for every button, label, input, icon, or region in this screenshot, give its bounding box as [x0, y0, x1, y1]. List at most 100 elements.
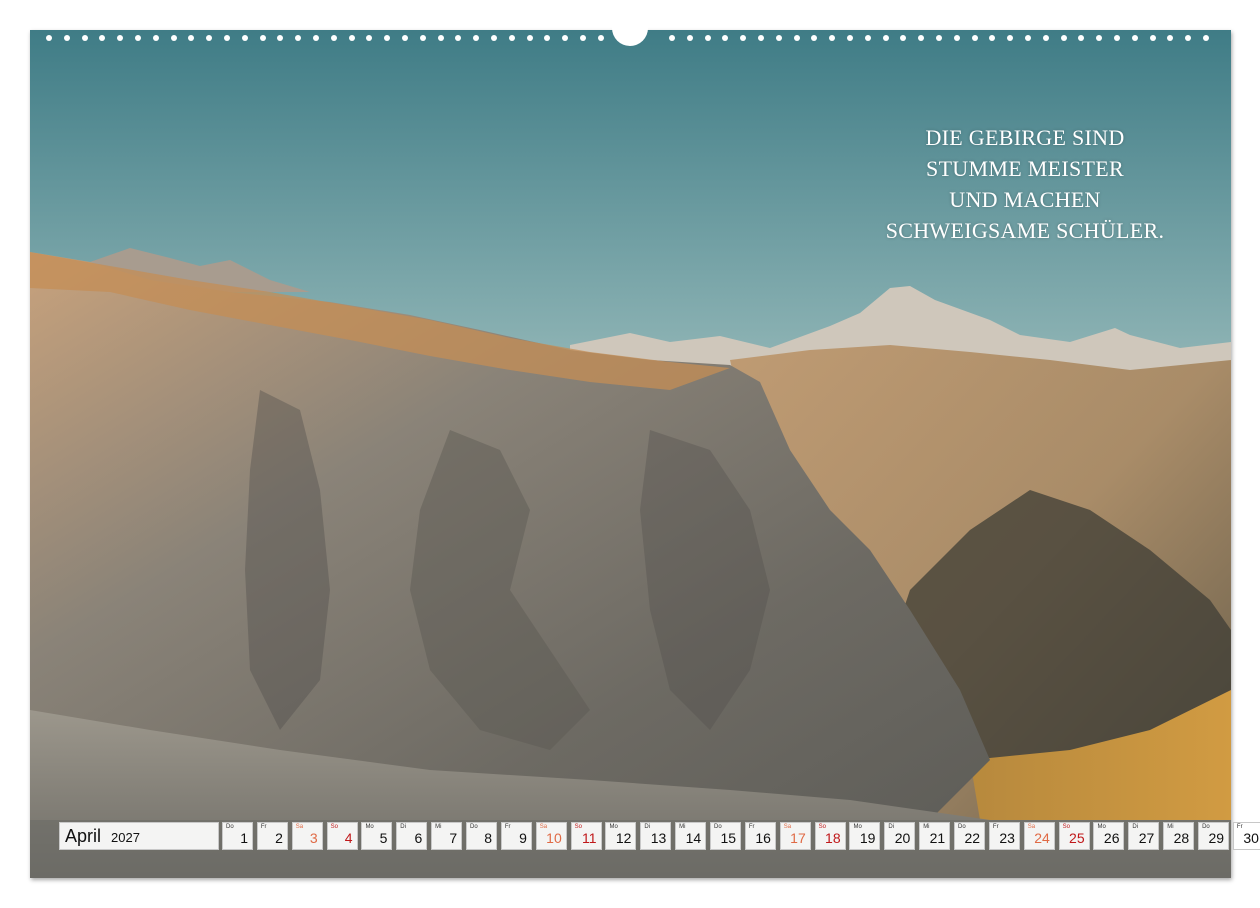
day-cell: Fr 23 — [988, 822, 1020, 850]
binding-hole — [598, 35, 604, 41]
day-number: 29 — [1208, 830, 1225, 846]
binding-hole — [402, 35, 408, 41]
day-number: 30 — [1243, 830, 1259, 846]
day-number: 25 — [1069, 830, 1085, 846]
day-cell: So 11 — [570, 822, 602, 850]
binding-hole — [847, 35, 853, 41]
month-year: 2027 — [111, 830, 140, 845]
binding-hole — [171, 35, 177, 41]
month-label-box: April 2027 — [59, 822, 219, 850]
day-cell: Fr 30 — [1232, 822, 1260, 850]
weekday-label: Di — [888, 824, 894, 830]
binding-hole — [544, 35, 550, 41]
day-cell: Mi 28 — [1163, 822, 1195, 850]
calendar-strip: April 2027 Do 1 Fr 2 Sa 3 So 4 Mo 5 Di 6 Mi 7 Do 8 Fr 9 Sa… — [59, 822, 1260, 850]
day-number: 20 — [894, 830, 911, 846]
binding-hole — [117, 35, 123, 41]
binding-hole — [1007, 35, 1013, 41]
binding-hole — [794, 35, 800, 41]
day-cell: Do 29 — [1198, 822, 1230, 850]
weekday-label: Fr — [504, 824, 511, 830]
weekday-label: Di — [644, 824, 650, 830]
weekday-label: Mi — [1167, 824, 1174, 830]
binding-hole — [135, 35, 141, 41]
binding-hole — [455, 35, 461, 41]
day-cell: Di 6 — [396, 822, 428, 850]
day-cell: Di 13 — [640, 822, 672, 850]
day-number: 12 — [615, 830, 632, 846]
day-cell: Mi 14 — [675, 822, 707, 850]
quote-text: DIE GEBIRGE SIND STUMME MEISTER UND MACH… — [850, 122, 1200, 246]
binding-hole — [1185, 35, 1191, 41]
day-cell: Do 15 — [710, 822, 742, 850]
day-cell: Do 22 — [954, 822, 986, 850]
day-number: 10 — [546, 830, 562, 846]
binding-hole — [989, 35, 995, 41]
weekday-label: Di — [400, 824, 406, 830]
weekday-label: Fr — [748, 824, 755, 830]
binding-hole — [758, 35, 764, 41]
quote-line: DIE GEBIRGE SIND — [925, 125, 1125, 150]
binding-hole — [1203, 35, 1209, 41]
day-cell: Sa 3 — [291, 822, 323, 850]
day-number: 7 — [449, 830, 458, 846]
binding-hole — [740, 35, 746, 41]
binding-hole — [705, 35, 711, 41]
day-number: 26 — [1103, 830, 1120, 846]
binding-hole — [829, 35, 835, 41]
binding-hole — [562, 35, 568, 41]
weekday-label: So — [330, 824, 338, 830]
day-number: 13 — [650, 830, 667, 846]
day-cell: Di 27 — [1128, 822, 1160, 850]
day-cell: Do 8 — [466, 822, 498, 850]
weekday-label: Fr — [260, 824, 267, 830]
binding-hole — [527, 35, 533, 41]
binding-hole — [349, 35, 355, 41]
binding-hole — [811, 35, 817, 41]
day-cell: Fr 9 — [500, 822, 532, 850]
binding-hole — [206, 35, 212, 41]
weekday-label: Mo — [365, 824, 374, 830]
binding-hole — [883, 35, 889, 41]
binding-hole — [420, 35, 426, 41]
binding-hole — [1167, 35, 1173, 41]
binding-hole — [687, 35, 693, 41]
quote-line: STUMME MEISTER — [926, 156, 1124, 181]
day-number: 27 — [1138, 830, 1155, 846]
weekday-label: Mi — [435, 824, 442, 830]
binding-hole — [1096, 35, 1102, 41]
quote-line: SCHWEIGSAME SCHÜLER. — [885, 218, 1165, 243]
binding-hole — [277, 35, 283, 41]
day-cell: Fr 16 — [744, 822, 776, 850]
binding-hole — [313, 35, 319, 41]
binding-hole — [64, 35, 70, 41]
day-number: 9 — [519, 830, 527, 846]
binding-hole — [918, 35, 924, 41]
day-cell: Mo 12 — [605, 822, 637, 850]
day-number: 24 — [1034, 830, 1050, 846]
day-number: 5 — [379, 830, 388, 846]
binding-hole — [384, 35, 390, 41]
binding-hole — [722, 35, 728, 41]
day-cell: Do 1 — [222, 822, 253, 850]
weekday-label: Mi — [679, 824, 686, 830]
weekday-label: Fr — [992, 824, 999, 830]
day-number: 22 — [964, 830, 981, 846]
month-name: April — [65, 826, 102, 846]
weekday-label: Fr — [1236, 824, 1243, 830]
day-cell: Di 20 — [884, 822, 916, 850]
binding-hole — [260, 35, 266, 41]
day-number: 18 — [825, 830, 841, 846]
day-number: 2 — [275, 830, 283, 846]
binding-hole — [438, 35, 444, 41]
day-cell: Mo 19 — [849, 822, 881, 850]
binding-hole — [99, 35, 105, 41]
binding-hole — [509, 35, 515, 41]
weekday-label: So — [574, 824, 582, 830]
day-cell: Mi 7 — [431, 822, 463, 850]
binding-hole — [46, 35, 52, 41]
day-cell: So 25 — [1058, 822, 1090, 850]
day-number: 4 — [344, 830, 353, 846]
binding-hole — [1025, 35, 1031, 41]
day-number: 16 — [755, 830, 771, 846]
